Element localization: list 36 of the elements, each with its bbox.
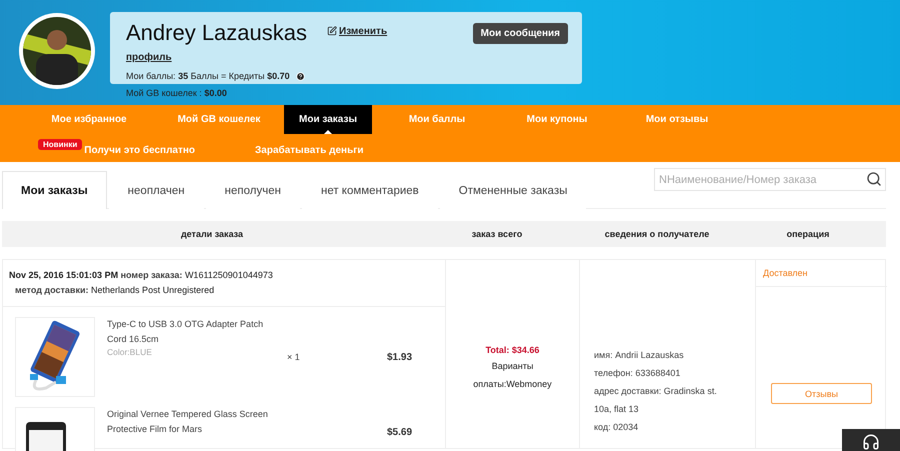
product-title[interactable]: Type-C to USB 3.0 OTG Adapter Patch Cord 16.5cm [107, 317, 277, 347]
column-header: детали заказа [180, 229, 244, 239]
profile-link[interactable]: профиль [126, 52, 172, 63]
product-title[interactable]: Original Vernee Tempered Glass Screen Protective Film for Mars [107, 407, 277, 437]
edit-link[interactable]: Изменить [327, 26, 388, 36]
recipient-info: имя: Andrii Lazauskas [594, 349, 685, 362]
quantity: × 1 [287, 352, 301, 362]
order-total: Total: $34.66 [486, 345, 540, 355]
new-badge: Новинки [38, 139, 82, 150]
delivery-method: Netherlands Post Unregistered [91, 285, 214, 295]
product-variant: Color:BLUE [107, 347, 153, 357]
help-icon[interactable] [296, 72, 305, 80]
column-header: операция [786, 229, 830, 239]
recipient-info: код: 02034 [594, 421, 640, 434]
order-number: W1611250901044973 [184, 270, 273, 280]
delivery-label: метод доставки: [15, 285, 89, 295]
nav-tab[interactable]: Мои заказы [284, 105, 372, 134]
order-date: Nov 25, 2016 15:01:03 PM [9, 270, 118, 280]
search-icon[interactable] [866, 171, 882, 187]
messages-button[interactable]: Мои сообщения [472, 22, 568, 44]
edit-icon [327, 26, 337, 36]
item-price: $1.93 [387, 352, 412, 362]
headset-icon [862, 433, 880, 451]
search-field[interactable]: NНаименование/Номер заказа [654, 168, 886, 191]
order-number-label: номер заказа: [120, 270, 182, 280]
support-chat-button[interactable] [842, 429, 900, 451]
item-price: $5.69 [387, 427, 412, 438]
order-status: Доставлен [756, 260, 887, 287]
wallet-text: Мой GB кошелек : $0.00 [126, 88, 228, 98]
column-header: сведения о получателе [604, 229, 710, 239]
order-tab[interactable]: Мои заказы [2, 171, 107, 209]
points-text: Мои баллы: 35 Баллы = Кредиты $0.70 [126, 71, 290, 81]
payment-method: Варианты оплаты:Webmoney [472, 360, 552, 391]
column-header: заказ всего [470, 229, 524, 239]
user-name: Andrey Lazauskas [126, 20, 307, 46]
recipient-info: телефон: 633688401 [594, 367, 682, 380]
